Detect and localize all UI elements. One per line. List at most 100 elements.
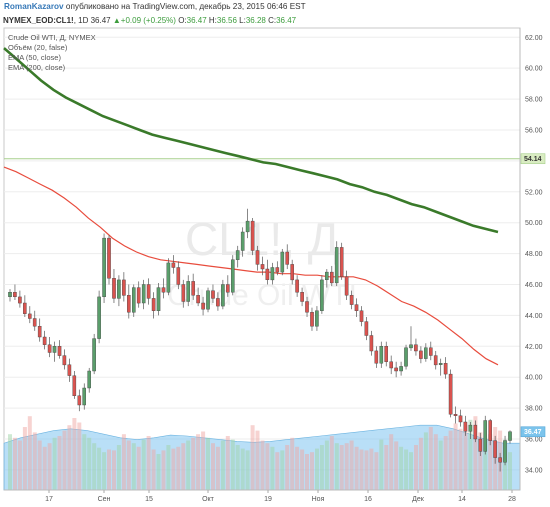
volume-bar — [230, 439, 235, 490]
volume-bar — [423, 432, 428, 490]
candle-body — [458, 415, 463, 423]
candle-body — [265, 268, 270, 281]
candle-body — [364, 321, 369, 336]
volume-bar — [305, 454, 309, 490]
volume-bar — [107, 449, 111, 490]
volume-bar — [196, 434, 201, 490]
volume-bar — [240, 448, 245, 490]
candle-body — [42, 336, 47, 345]
volume-bar — [121, 434, 126, 490]
volume-bar — [186, 440, 191, 490]
candle-body — [240, 231, 245, 251]
candle-body — [334, 247, 339, 284]
volume-bar — [458, 428, 463, 490]
volume-bar — [433, 434, 438, 490]
volume-bar — [191, 437, 196, 490]
volume-bar — [409, 452, 413, 490]
candle-body — [359, 310, 364, 322]
volume-bar — [87, 437, 92, 490]
candle-body — [315, 310, 319, 327]
volume-bar — [339, 445, 344, 490]
volume-bar — [285, 445, 290, 490]
volume-bar — [146, 436, 151, 490]
candle-body — [230, 259, 235, 293]
candle-body — [305, 301, 309, 313]
candle-body — [498, 457, 502, 463]
y-tick-label: 52.00 — [525, 189, 543, 196]
volume-bar — [300, 449, 305, 490]
candle-body — [488, 420, 493, 441]
candle-body — [117, 279, 121, 299]
candle-body — [493, 440, 497, 458]
volume-bar — [136, 446, 141, 490]
volume-bar — [250, 425, 255, 490]
candle-body — [166, 262, 171, 293]
candle-body — [196, 295, 200, 304]
volume-bar — [349, 440, 354, 490]
candle-body — [112, 278, 116, 299]
volume-bar — [176, 446, 181, 490]
candle-body — [394, 367, 398, 372]
candle-body — [206, 290, 210, 310]
volume-bar — [329, 436, 334, 490]
x-tick-label: Сен — [98, 496, 111, 503]
volume-bar — [369, 448, 374, 490]
volume-bar — [354, 446, 359, 490]
legend-volume[interactable]: Объём (20, false) — [8, 43, 96, 53]
candle-body — [468, 424, 473, 432]
candle-body — [508, 431, 512, 441]
candle-body — [8, 292, 12, 298]
candle-body — [280, 251, 285, 273]
candle-body — [13, 292, 17, 298]
indicator-legend: Crude Oil WTI, Д, NYMEX Объём (20, false… — [8, 33, 96, 73]
volume-bar — [270, 446, 275, 490]
candle-body — [310, 312, 314, 327]
legend-ema200[interactable]: EMA (200, close) — [8, 63, 96, 73]
candle-body — [156, 287, 161, 312]
volume-bar — [364, 450, 369, 490]
volume-bar — [399, 446, 404, 490]
candle-body — [28, 313, 32, 319]
candle-body — [414, 344, 418, 352]
y-tick-label: 58.00 — [525, 97, 543, 104]
candle-body — [62, 355, 67, 366]
volume-bar — [438, 440, 443, 490]
y-tick-label: 62.00 — [525, 35, 543, 42]
candle-body — [161, 287, 166, 293]
volume-bar — [448, 430, 453, 490]
candle-body — [52, 346, 57, 353]
volume-bar — [171, 448, 176, 490]
volume-bar — [57, 436, 62, 490]
x-tick-label: 17 — [45, 496, 53, 503]
candle-body — [211, 290, 215, 299]
volume-bar — [215, 446, 220, 490]
watermark-name: Crude Oil WTI — [167, 279, 357, 312]
y-tick-label: 50.00 — [525, 220, 543, 227]
price-chart[interactable]: CL1!, Д Crude Oil WTI 62.00 60.00 58.00 56.00… — [0, 0, 550, 507]
volume-bar — [275, 452, 280, 490]
legend-ema50[interactable]: EMA (50, close) — [8, 53, 96, 63]
x-tick-label: Ноя — [312, 496, 325, 503]
volume-bar — [344, 443, 349, 490]
volume-bar — [156, 454, 161, 490]
volume-bar — [290, 437, 295, 490]
candle-body — [171, 262, 176, 268]
y-tick-label: 40.00 — [525, 375, 543, 382]
candle-body — [369, 335, 374, 352]
candle-body — [429, 347, 433, 356]
volume-bar — [418, 437, 423, 490]
volume-bar — [379, 439, 384, 490]
candle-body — [300, 292, 304, 302]
candle-body — [285, 251, 290, 265]
x-tick-label: 28 — [508, 496, 516, 503]
volume-bar — [324, 440, 329, 490]
y-tick-label: 42.00 — [525, 344, 543, 351]
candle-body — [399, 366, 403, 372]
candle-body — [201, 302, 205, 310]
volume-bar — [52, 437, 57, 490]
volume-bar — [211, 443, 215, 490]
volume-bar — [131, 443, 136, 490]
candle-body — [245, 220, 250, 233]
candle-body — [389, 361, 394, 369]
candle-body — [379, 346, 384, 364]
